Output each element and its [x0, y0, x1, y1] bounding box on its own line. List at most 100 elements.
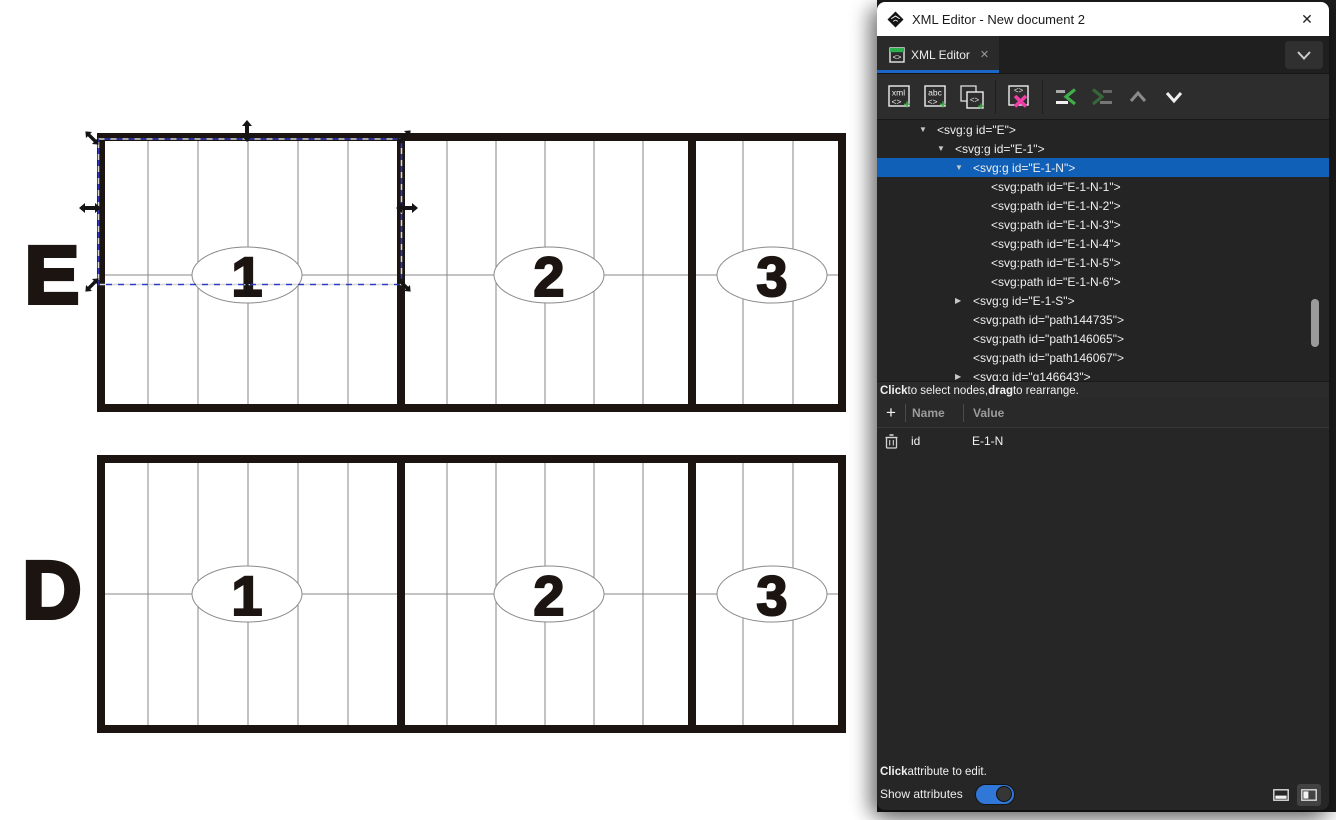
value-column-header: Value [964, 406, 1329, 420]
tree-node-label: <svg:path id="E-1-N-4"> [991, 237, 1121, 251]
tree-node-label: <svg:g id="E-1-S"> [973, 294, 1075, 308]
tree-node[interactable]: <svg:path id="E-1-N-1"> [877, 177, 1329, 196]
toolbar-separator [1042, 80, 1043, 114]
attribute-name[interactable]: id [905, 434, 963, 448]
tree-node-label: <svg:path id="E-1-N-6"> [991, 275, 1121, 289]
tab-list-dropdown-button[interactable] [1285, 41, 1323, 69]
horizontal-split-icon [1273, 789, 1289, 801]
attribute-edit-hint: Click attribute to edit. [877, 760, 1329, 782]
tree-node[interactable]: ▶ <svg:g id="E-1-S"> [877, 291, 1329, 310]
horizontal-layout-button[interactable] [1269, 784, 1293, 806]
tree-node-label: <svg:path id="E-1-N-2"> [991, 199, 1121, 213]
tree-scrollbar[interactable] [1311, 299, 1319, 347]
dialog-titlebar[interactable]: XML Editor - New document 2 ✕ [877, 2, 1329, 36]
row-letter-e[interactable]: E [25, 230, 80, 321]
move-node-up-button[interactable] [1123, 82, 1153, 112]
xml-editor-dialog: XML Editor - New document 2 ✕ <> XML Edi… [877, 2, 1329, 810]
duplicate-node-button[interactable]: <> + [957, 82, 987, 112]
section-number[interactable]: 2 [533, 564, 564, 627]
xml-toolbar: xml <> + abc <> + <> + [877, 74, 1329, 120]
show-attributes-label: Show attributes [880, 787, 963, 801]
hint-text: to select nodes, [908, 385, 989, 397]
section-number[interactable]: 1 [231, 245, 262, 308]
hint-text: to rearrange. [1013, 385, 1079, 397]
expander-icon[interactable]: ▼ [919, 125, 937, 134]
tree-node-label: <svg:path id="E-1-N-3"> [991, 218, 1121, 232]
row-letter-d[interactable]: D [22, 545, 81, 636]
attributes-header: + Name Value [877, 399, 1329, 428]
svg-text:+: + [939, 97, 946, 111]
tree-node-label: <svg:path id="path146067"> [973, 351, 1124, 365]
tree-node-label: <svg:path id="E-1-N-1"> [991, 180, 1121, 194]
svg-text:+: + [903, 97, 910, 111]
tree-node-selected[interactable]: ▼ <svg:g id="E-1-N"> [877, 158, 1329, 177]
tree-node[interactable]: ▼ <svg:g id="E-1"> [877, 139, 1329, 158]
tree-node[interactable]: <svg:path id="path146067"> [877, 348, 1329, 367]
duplicate-node-icon: <> + [958, 83, 986, 111]
section-badges-d[interactable]: 1 2 3 [192, 564, 827, 627]
show-attributes-toggle[interactable] [975, 784, 1015, 805]
indent-node-icon [1088, 83, 1116, 111]
section-number[interactable]: 3 [756, 564, 787, 627]
unindent-node-icon [1052, 83, 1080, 111]
svg-text:<>: <> [928, 96, 938, 106]
tree-node[interactable]: <svg:path id="E-1-N-4"> [877, 234, 1329, 253]
tab-label: XML Editor [911, 48, 970, 62]
new-element-node-button[interactable]: xml <> + [885, 82, 915, 112]
inkscape-canvas[interactable]: E 1 2 [0, 0, 876, 820]
expander-icon[interactable]: ▶ [955, 296, 973, 305]
xml-editor-tab-icon: <> [889, 47, 905, 63]
toolbar-separator [995, 80, 996, 114]
tree-node[interactable]: <svg:path id="E-1-N-5"> [877, 253, 1329, 272]
svg-text:+: + [978, 101, 984, 111]
tree-node[interactable]: <svg:path id="E-1-N-2"> [877, 196, 1329, 215]
tree-node[interactable]: <svg:path id="path144735"> [877, 310, 1329, 329]
indent-node-button[interactable] [1087, 82, 1117, 112]
chevron-up-icon [1124, 83, 1152, 111]
tree-node[interactable]: <svg:path id="path146065"> [877, 329, 1329, 348]
attribute-value[interactable]: E-1-N [963, 434, 1329, 448]
tab-close-icon[interactable]: ✕ [980, 48, 989, 61]
chevron-down-icon [1160, 83, 1188, 111]
toggle-knob [996, 786, 1012, 802]
svg-text:<>: <> [892, 96, 902, 106]
hint-text: drag [988, 385, 1013, 397]
tree-node[interactable]: ▼ <svg:g id="E"> [877, 120, 1329, 139]
tree-node-label: <svg:path id="path144735"> [973, 313, 1124, 327]
new-text-node-button[interactable]: abc <> + [921, 82, 951, 112]
tab-xml-editor[interactable]: <> XML Editor ✕ [877, 36, 999, 73]
delete-node-button[interactable]: <> [1004, 82, 1034, 112]
attribute-row[interactable]: id E-1-N [877, 428, 1329, 454]
tree-node[interactable]: ▶ <svg:g id="g146643"> [877, 367, 1329, 381]
delete-attribute-button[interactable] [877, 434, 905, 449]
row-e-drawing[interactable]: E 1 2 [25, 137, 842, 408]
panel-layout-buttons [1269, 784, 1321, 806]
tree-node-label: <svg:path id="E-1-N-5"> [991, 256, 1121, 270]
section-badges-e[interactable]: 1 2 3 [192, 245, 827, 308]
new-text-node-icon: abc <> + [922, 83, 950, 111]
expander-icon[interactable]: ▶ [955, 372, 973, 381]
expander-icon[interactable]: ▼ [937, 144, 955, 153]
tree-node-label: <svg:g id="g146643"> [973, 370, 1091, 382]
expander-icon[interactable]: ▼ [955, 163, 973, 172]
tree-hint: Click to select nodes, drag to rearrange… [877, 381, 1329, 399]
tree-node-label: <svg:path id="path146065"> [973, 332, 1124, 346]
vertical-layout-button[interactable] [1297, 784, 1321, 806]
tree-node[interactable]: <svg:path id="E-1-N-3"> [877, 215, 1329, 234]
hint-text: Click [880, 385, 908, 397]
tree-node-label: <svg:g id="E-1-N"> [973, 161, 1075, 175]
xml-node-tree[interactable]: ▼ <svg:g id="E"> ▼ <svg:g id="E-1"> ▼ <s… [877, 120, 1329, 381]
close-icon[interactable]: ✕ [1295, 11, 1319, 28]
add-attribute-button[interactable]: + [877, 403, 905, 423]
tree-node[interactable]: <svg:path id="E-1-N-6"> [877, 272, 1329, 291]
svg-text:<>: <> [893, 52, 902, 61]
move-node-down-button[interactable] [1159, 82, 1189, 112]
unindent-node-button[interactable] [1051, 82, 1081, 112]
section-number[interactable]: 3 [756, 245, 787, 308]
row-d-drawing[interactable]: D 1 2 3 [22, 459, 842, 729]
section-number[interactable]: 1 [231, 564, 262, 627]
vertical-split-icon [1301, 789, 1317, 801]
inkscape-logo-icon [887, 11, 904, 28]
section-number[interactable]: 2 [533, 245, 564, 308]
name-column-header: Name [906, 406, 963, 420]
